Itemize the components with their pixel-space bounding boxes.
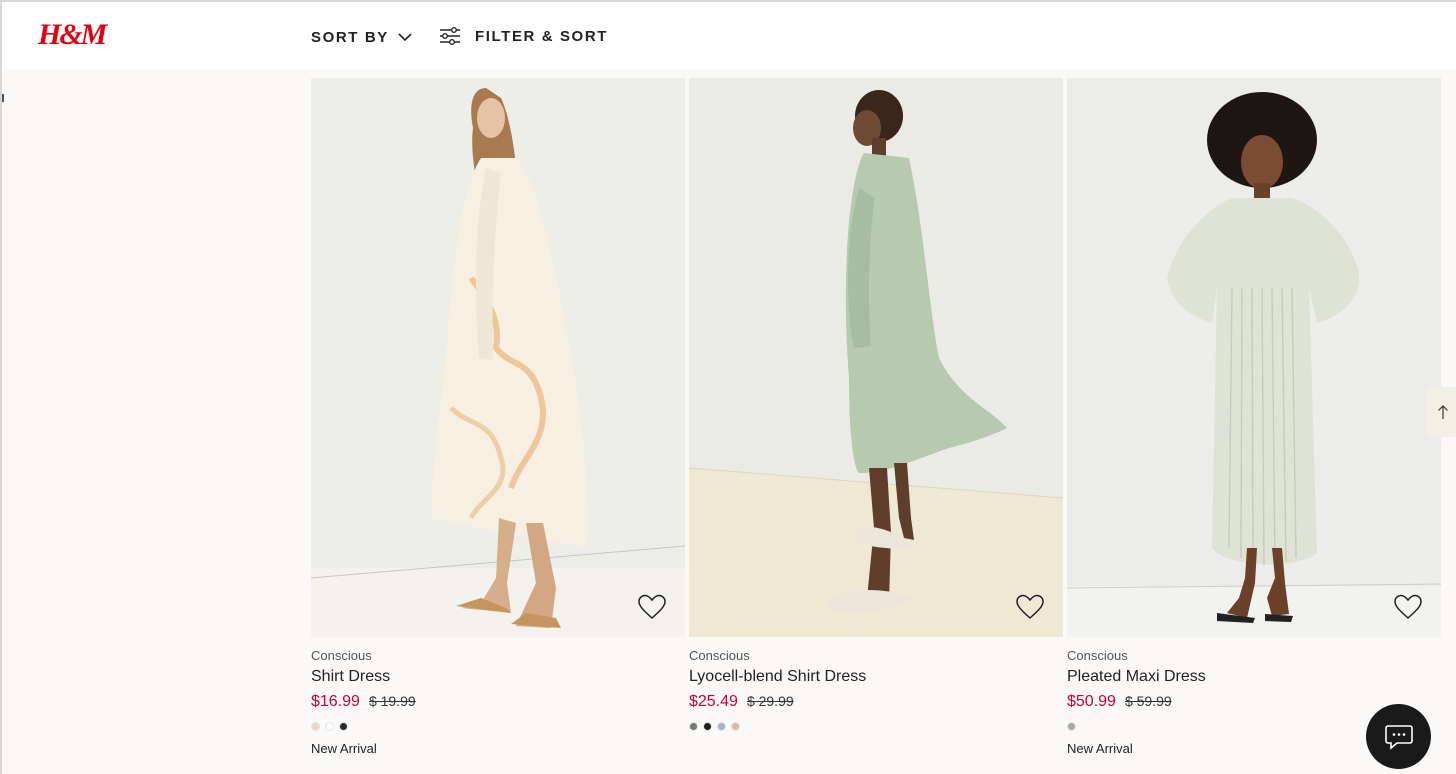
color-swatch[interactable] bbox=[311, 721, 320, 731]
product-old-price: $ 19.99 bbox=[368, 693, 416, 709]
filter-sort-label: FILTER & SORT bbox=[475, 27, 609, 45]
filter-sliders-icon bbox=[440, 27, 460, 45]
left-edge-mark bbox=[2, 94, 4, 102]
product-card[interactable]: Conscious Lyocell-blend Shirt Dress $25.… bbox=[689, 78, 1063, 759]
hm-logo[interactable]: H&M bbox=[38, 18, 107, 52]
filter-sort-button[interactable]: FILTER & SORT bbox=[439, 24, 608, 48]
color-swatch[interactable] bbox=[1067, 721, 1076, 731]
color-swatches bbox=[689, 719, 1063, 733]
color-swatch[interactable] bbox=[339, 721, 348, 731]
product-price: $16.99 bbox=[311, 693, 360, 710]
color-swatch[interactable] bbox=[703, 721, 712, 731]
product-photo-floral-shirt-dress bbox=[311, 78, 685, 637]
product-card[interactable]: Conscious Shirt Dress $16.99 $ 19.99 New… bbox=[311, 78, 685, 759]
color-swatch[interactable] bbox=[689, 721, 698, 731]
product-name[interactable]: Pleated Maxi Dress bbox=[1067, 668, 1441, 690]
scroll-to-top-button[interactable] bbox=[1427, 387, 1456, 437]
sort-by-button[interactable]: SORT BY bbox=[311, 26, 413, 48]
color-swatch[interactable] bbox=[717, 721, 726, 731]
sort-by-label: SORT BY bbox=[311, 28, 389, 46]
product-name[interactable]: Shirt Dress bbox=[311, 668, 685, 690]
product-old-price: $ 29.99 bbox=[746, 693, 794, 709]
new-arrival-badge bbox=[689, 741, 1063, 759]
product-photo-green-shirt-dress bbox=[689, 78, 1063, 637]
arrow-up-icon bbox=[1437, 405, 1448, 419]
product-price: $25.49 bbox=[689, 693, 738, 710]
color-swatches bbox=[311, 719, 685, 733]
new-arrival-badge: New Arrival bbox=[311, 741, 377, 756]
chevron-down-icon bbox=[398, 33, 412, 42]
top-header: H&M SORT BY FILTER & SORT bbox=[2, 2, 1456, 69]
product-image[interactable] bbox=[689, 78, 1063, 637]
product-image[interactable] bbox=[1067, 78, 1441, 637]
heart-icon[interactable] bbox=[1393, 593, 1423, 621]
chat-bubble-icon bbox=[1384, 724, 1413, 750]
product-card[interactable]: Conscious Pleated Maxi Dress $50.99 $ 59… bbox=[1067, 78, 1441, 759]
product-name[interactable]: Lyocell-blend Shirt Dress bbox=[689, 668, 1063, 690]
product-tag: Conscious bbox=[689, 648, 750, 663]
chat-button[interactable] bbox=[1366, 704, 1431, 769]
product-image[interactable] bbox=[311, 78, 685, 637]
product-price: $50.99 bbox=[1067, 693, 1116, 710]
product-photo-pleated-maxi-dress bbox=[1067, 78, 1441, 637]
color-swatch[interactable] bbox=[731, 721, 740, 731]
product-tag: Conscious bbox=[311, 648, 372, 663]
product-old-price: $ 59.99 bbox=[1124, 693, 1172, 709]
heart-icon[interactable] bbox=[637, 593, 667, 621]
color-swatch[interactable] bbox=[325, 721, 334, 731]
heart-icon[interactable] bbox=[1015, 593, 1045, 621]
product-tag: Conscious bbox=[1067, 648, 1128, 663]
